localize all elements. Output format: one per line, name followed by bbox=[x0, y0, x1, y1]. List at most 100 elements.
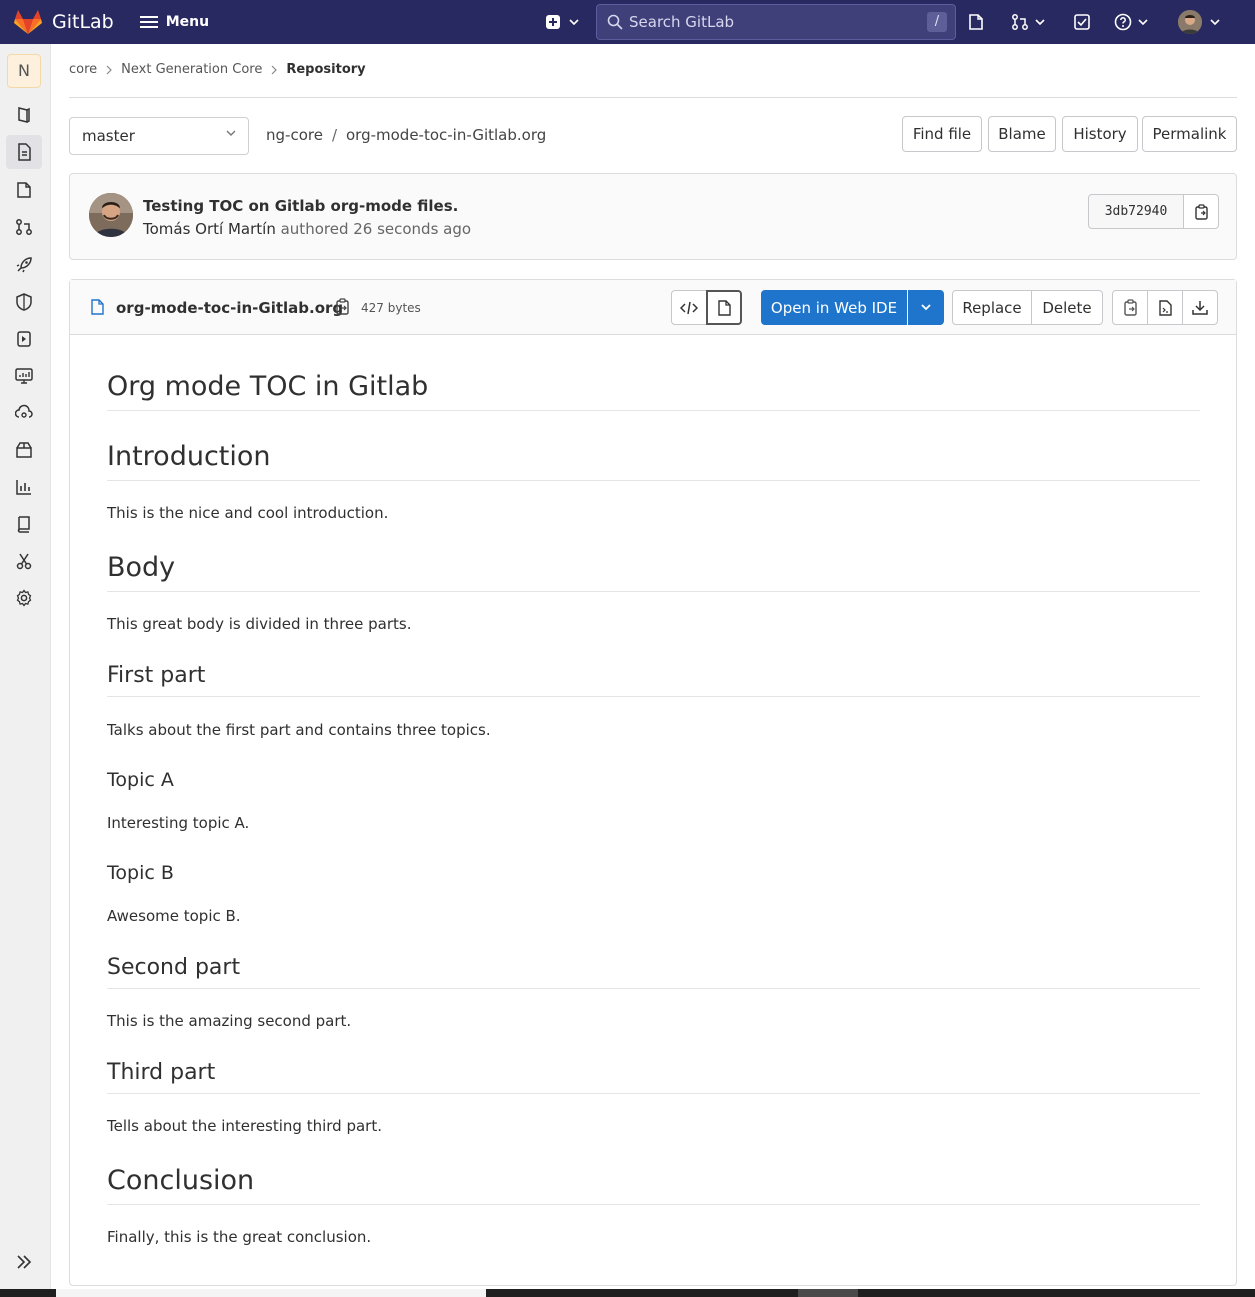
paragraph-first-part: Talks about the first part and contains … bbox=[107, 721, 491, 739]
taskbar-window[interactable] bbox=[56, 1289, 486, 1297]
commit-author-avatar[interactable] bbox=[89, 193, 133, 237]
chart-icon bbox=[15, 478, 33, 496]
merge-requests-dropdown[interactable] bbox=[1011, 13, 1045, 31]
file-icon bbox=[90, 299, 104, 315]
sidebar-item-analytics[interactable] bbox=[6, 470, 42, 504]
sidebar-item-infrastructure[interactable] bbox=[6, 396, 42, 430]
heading-first-part: First part bbox=[107, 663, 1200, 697]
heading-topic-a: Topic A bbox=[107, 769, 174, 791]
help-dropdown[interactable] bbox=[1114, 13, 1148, 31]
chevron-down-icon bbox=[1138, 18, 1148, 26]
top-navbar: GitLab Menu Search GitLab / bbox=[0, 0, 1255, 44]
breadcrumb-item-core[interactable]: core bbox=[69, 62, 97, 77]
project-sidebar: N bbox=[0, 44, 51, 1289]
sidebar-item-merge-requests[interactable] bbox=[6, 210, 42, 244]
merge-request-icon bbox=[15, 218, 33, 236]
blame-button[interactable]: Blame bbox=[988, 116, 1056, 152]
path-root-link[interactable]: ng-core bbox=[266, 126, 323, 144]
menu-button[interactable]: Menu bbox=[139, 14, 210, 30]
path-file-link[interactable]: org-mode-toc-in-Gitlab.org bbox=[346, 126, 546, 144]
double-chevron-right-icon bbox=[16, 1255, 32, 1269]
chevron-down-icon bbox=[921, 304, 931, 311]
collapse-sidebar-button[interactable] bbox=[6, 1245, 42, 1279]
sidebar-item-project-information[interactable] bbox=[6, 98, 42, 132]
copy-contents-button[interactable] bbox=[1112, 290, 1148, 325]
cloud-gear-icon bbox=[15, 404, 33, 422]
user-avatar bbox=[1178, 10, 1202, 34]
open-web-ide-button[interactable]: Open in Web IDE bbox=[761, 290, 907, 325]
history-button[interactable]: History bbox=[1062, 116, 1138, 152]
issues-icon bbox=[15, 181, 33, 199]
shield-icon bbox=[15, 293, 33, 311]
heading-topic-b: Topic B bbox=[107, 862, 174, 884]
replace-button[interactable]: Replace bbox=[952, 290, 1032, 325]
breadcrumb-item-current[interactable]: Repository bbox=[286, 62, 365, 77]
copy-icon bbox=[335, 298, 350, 315]
sidebar-item-ci-cd[interactable] bbox=[6, 248, 42, 282]
sidebar-item-snippets[interactable] bbox=[6, 544, 42, 578]
file-viewer: org-mode-toc-in-Gitlab.org 427 bytes Ope… bbox=[69, 279, 1237, 1286]
paragraph-topic-a: Interesting topic A. bbox=[107, 814, 250, 832]
branch-name: master bbox=[82, 127, 135, 145]
open-raw-button[interactable] bbox=[1147, 290, 1183, 325]
paragraph-introduction: This is the nice and cool introduction. bbox=[107, 504, 389, 522]
chevron-down-icon bbox=[1035, 18, 1045, 26]
path-separator: / bbox=[331, 126, 337, 144]
deployments-icon bbox=[15, 330, 33, 348]
document-icon bbox=[15, 143, 33, 161]
heading-introduction: Introduction bbox=[107, 441, 1200, 481]
document-icon bbox=[717, 299, 731, 316]
chevron-right-icon bbox=[271, 62, 278, 75]
taskbar-window[interactable] bbox=[798, 1289, 858, 1297]
monitor-icon bbox=[15, 367, 33, 385]
paragraph-body: This great body is divided in three part… bbox=[107, 615, 412, 633]
issues-button[interactable] bbox=[967, 13, 985, 31]
download-icon bbox=[1192, 300, 1208, 316]
sidebar-item-deployments[interactable] bbox=[6, 322, 42, 356]
todos-button[interactable] bbox=[1073, 13, 1091, 31]
heading-conclusion: Conclusion bbox=[107, 1165, 1200, 1205]
last-commit-panel: Testing TOC on Gitlab org-mode files. To… bbox=[69, 173, 1237, 260]
search-shortcut-badge: / bbox=[927, 12, 947, 32]
code-icon bbox=[680, 301, 698, 315]
new-item-dropdown[interactable] bbox=[545, 14, 579, 30]
search-placeholder: Search GitLab bbox=[629, 13, 735, 31]
plus-square-icon bbox=[545, 14, 561, 30]
sidebar-item-issues[interactable] bbox=[6, 173, 42, 207]
scissors-icon bbox=[15, 552, 33, 570]
raw-file-icon bbox=[1158, 299, 1172, 316]
sidebar-item-wiki[interactable] bbox=[6, 507, 42, 541]
find-file-button[interactable]: Find file bbox=[902, 116, 982, 152]
commit-sha-button[interactable]: 3db72940 bbox=[1088, 194, 1184, 229]
paragraph-conclusion: Finally, this is the great conclusion. bbox=[107, 1228, 372, 1246]
user-menu-dropdown[interactable] bbox=[1178, 10, 1220, 34]
project-avatar[interactable]: N bbox=[7, 54, 41, 88]
commit-meta: Tomás Ortí Martín authored 26 seconds ag… bbox=[143, 220, 471, 238]
sidebar-item-security[interactable] bbox=[6, 285, 42, 319]
download-button[interactable] bbox=[1182, 290, 1218, 325]
sidebar-item-monitor[interactable] bbox=[6, 359, 42, 393]
rendered-view-button[interactable] bbox=[706, 290, 742, 325]
paragraph-third-part: Tells about the interesting third part. bbox=[107, 1117, 382, 1135]
chevron-down-icon bbox=[569, 18, 579, 26]
web-ide-dropdown-button[interactable] bbox=[908, 290, 944, 325]
paragraph-topic-b: Awesome topic B. bbox=[107, 907, 241, 925]
branch-selector[interactable]: master bbox=[69, 117, 249, 155]
breadcrumb-item-project[interactable]: Next Generation Core bbox=[121, 62, 262, 77]
sidebar-item-repository[interactable] bbox=[6, 135, 42, 169]
gitlab-home-link[interactable]: GitLab bbox=[14, 9, 114, 35]
source-view-button[interactable] bbox=[671, 290, 707, 325]
search-input[interactable]: Search GitLab / bbox=[596, 4, 956, 40]
copy-sha-button[interactable] bbox=[1183, 194, 1219, 229]
menu-label: Menu bbox=[165, 14, 210, 30]
copy-path-button[interactable] bbox=[335, 298, 350, 315]
sidebar-item-packages[interactable] bbox=[6, 433, 42, 467]
permalink-button[interactable]: Permalink bbox=[1142, 116, 1237, 152]
heading-body: Body bbox=[107, 552, 1200, 592]
sidebar-item-settings[interactable] bbox=[6, 581, 42, 615]
commit-title[interactable]: Testing TOC on Gitlab org-mode files. bbox=[143, 197, 458, 215]
file-size: 427 bytes bbox=[361, 301, 421, 315]
todo-check-icon bbox=[1073, 13, 1091, 31]
commit-author-link[interactable]: Tomás Ortí Martín bbox=[143, 220, 276, 238]
delete-button[interactable]: Delete bbox=[1031, 290, 1103, 325]
